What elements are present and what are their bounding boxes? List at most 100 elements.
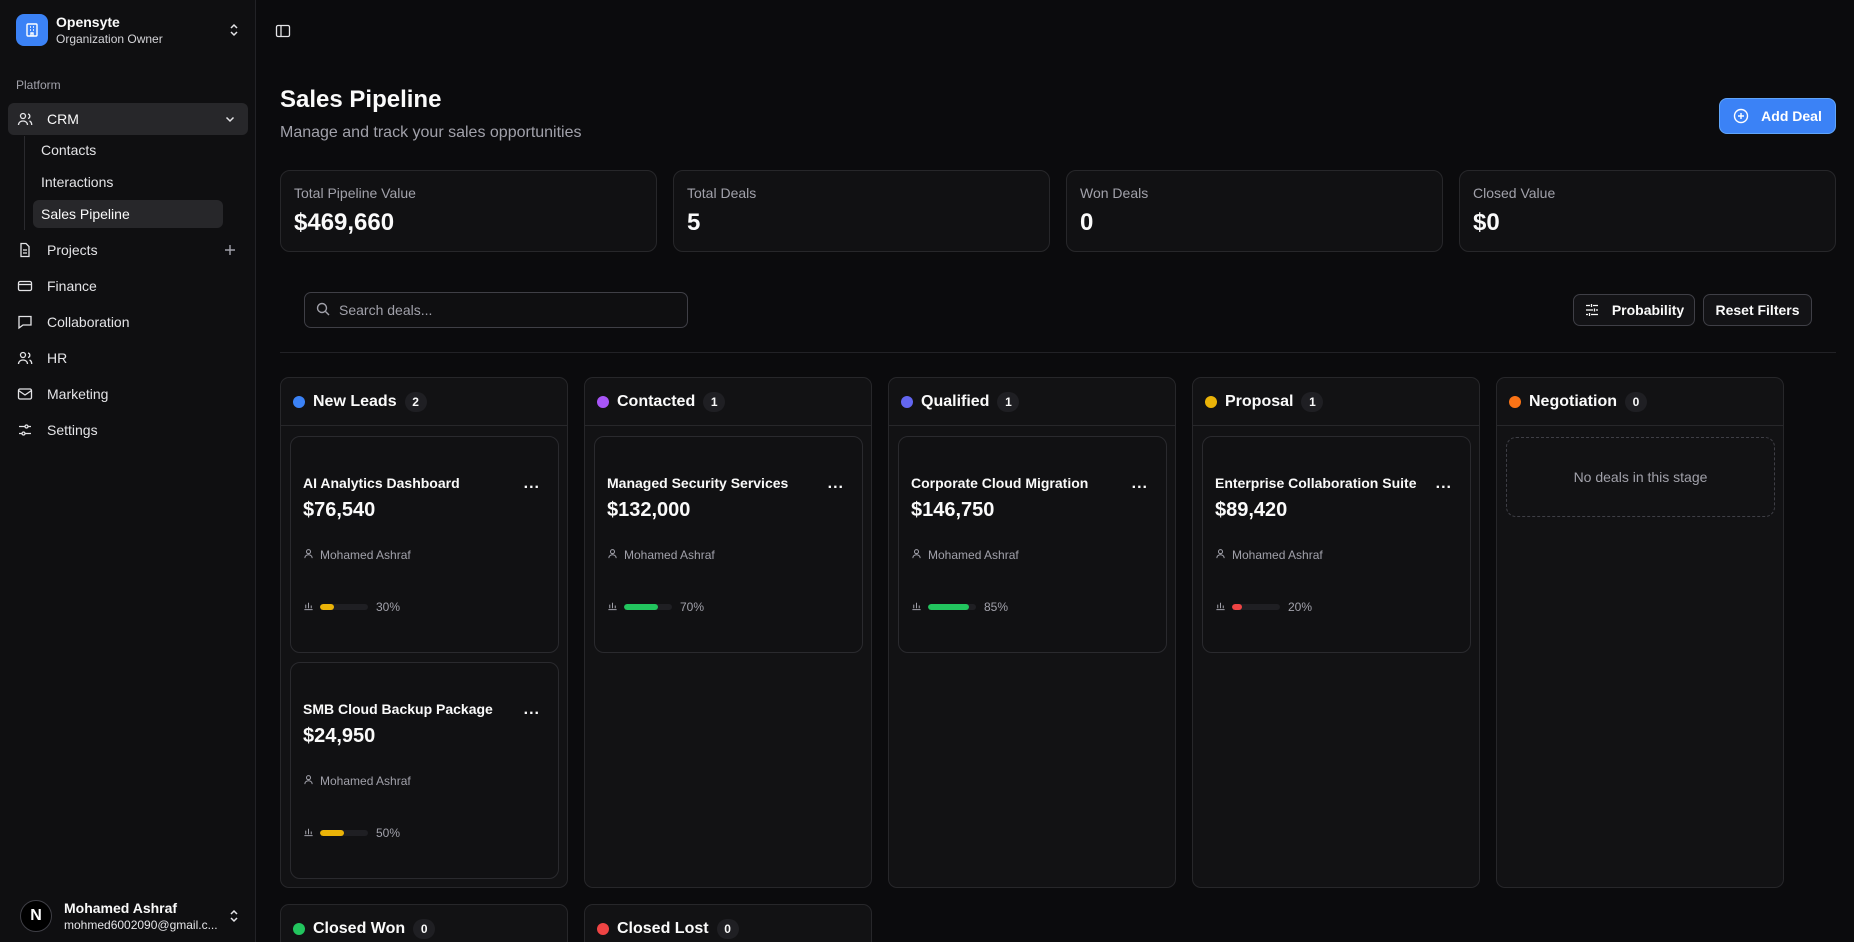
deal-card[interactable]: AI Analytics Dashboard ... $76,540 Moham… <box>290 436 559 653</box>
probability-label: Probability <box>1611 302 1685 318</box>
stage-dot <box>293 395 305 408</box>
probability-bar <box>1232 604 1280 610</box>
pipeline-column-negotiation: Negotiation 0 No deals in this stage <box>1496 377 1784 888</box>
chevrons-up-down-icon <box>224 23 244 37</box>
user-menu[interactable]: N Mohamed Ashraf mohmed6002090@gmail.c..… <box>8 892 248 940</box>
sidebar-item-hr[interactable]: HR <box>8 342 248 374</box>
stat-value: $469,660 <box>294 209 395 236</box>
page-subtitle: Manage and track your sales opportunitie… <box>280 124 582 141</box>
stat-label: Total Deals <box>687 185 757 201</box>
probability-bar-fill <box>624 604 658 610</box>
bar-chart-icon <box>607 600 618 614</box>
plus-icon[interactable] <box>222 242 238 258</box>
column-title: Negotiation <box>1529 392 1617 410</box>
stat-label: Total Pipeline Value <box>294 185 416 201</box>
divider <box>280 352 1836 353</box>
sidebar-item-label: HR <box>47 350 68 366</box>
platform-group-label: Platform <box>16 78 61 92</box>
column-count: 2 <box>404 391 427 412</box>
column-title: Qualified <box>921 392 990 410</box>
column-count: 0 <box>413 919 436 939</box>
sidebar-subitem-contacts[interactable]: Contacts <box>33 136 223 164</box>
column-header: New Leads 2 <box>281 378 567 426</box>
pipeline-column-closed-lost: Closed Lost 0 <box>584 904 872 942</box>
avatar: N <box>20 900 52 932</box>
users-icon <box>17 350 33 366</box>
credit-card-icon <box>17 278 33 294</box>
column-title: New Leads <box>313 392 397 410</box>
probability-filter-button[interactable]: Probability <box>1573 294 1695 326</box>
deal-amount: $76,540 <box>303 499 376 521</box>
deal-owner: Mohamed Ashraf <box>911 548 1019 562</box>
deal-card[interactable]: Corporate Cloud Migration ... $146,750 M… <box>898 436 1167 653</box>
sidebar-item-label: Projects <box>47 242 98 258</box>
deal-card[interactable]: Enterprise Collaboration Suite ... $89,4… <box>1202 436 1471 653</box>
sliders-icon <box>1584 302 1600 318</box>
user-icon <box>303 774 314 788</box>
more-icon[interactable]: ... <box>524 701 540 719</box>
deal-owner-name: Mohamed Ashraf <box>928 548 1019 562</box>
column-header: Negotiation 0 <box>1497 378 1783 426</box>
deal-title: AI Analytics Dashboard <box>303 475 460 491</box>
column-count: 1 <box>703 391 726 412</box>
sidebar-subitem-interactions[interactable]: Interactions <box>33 168 223 196</box>
sidebar-item-label: CRM <box>47 111 79 127</box>
probability-value: 30% <box>376 600 401 614</box>
stat-total-pipeline-value: Total Pipeline Value $469,660 <box>280 170 657 252</box>
chevron-down-icon <box>222 111 238 127</box>
column-header: Qualified 1 <box>889 378 1175 426</box>
stat-label: Closed Value <box>1473 185 1556 201</box>
sidebar-item-projects[interactable]: Projects <box>8 234 248 266</box>
deal-card[interactable]: SMB Cloud Backup Package ... $24,950 Moh… <box>290 662 559 879</box>
column-header: Closed Lost 0 <box>585 905 871 942</box>
sidebar-toggle-icon[interactable] <box>272 20 294 42</box>
plus-circle-icon <box>1733 108 1749 124</box>
bar-chart-icon <box>303 826 314 840</box>
column-count: 0 <box>716 919 739 939</box>
probability-value: 20% <box>1288 600 1313 614</box>
submenu-line <box>24 136 25 230</box>
column-header: Proposal 1 <box>1193 378 1479 426</box>
sidebar-subitem-sales-pipeline[interactable]: Sales Pipeline <box>33 200 223 228</box>
column-title: Proposal <box>1225 392 1294 410</box>
probability-bar <box>320 604 368 610</box>
probability-bar <box>320 830 368 836</box>
bar-chart-icon <box>303 600 314 614</box>
sidebar-item-label: Marketing <box>47 386 109 402</box>
pipeline-column-closed-won: Closed Won 0 <box>280 904 568 942</box>
more-icon[interactable]: ... <box>828 475 844 493</box>
deal-title: Managed Security Services <box>607 475 789 491</box>
more-icon[interactable]: ... <box>524 475 540 493</box>
probability-value: 85% <box>984 600 1009 614</box>
search-field[interactable] <box>304 292 688 328</box>
sidebar-item-label: Finance <box>47 278 97 294</box>
user-icon <box>303 548 314 562</box>
chevrons-up-down-icon <box>224 909 244 923</box>
search-input[interactable] <box>339 302 669 318</box>
sidebar-item-finance[interactable]: Finance <box>8 270 248 302</box>
message-icon <box>17 314 33 330</box>
deal-card[interactable]: Managed Security Services ... $132,000 M… <box>594 436 863 653</box>
stage-dot <box>597 395 609 408</box>
column-header: Contacted 1 <box>585 378 871 426</box>
sidebar-item-settings[interactable]: Settings <box>8 414 248 446</box>
deal-amount: $146,750 <box>911 499 995 521</box>
pipeline-column-qualified: Qualified 1 Corporate Cloud Migration ..… <box>888 377 1176 888</box>
mail-icon <box>17 386 33 402</box>
stage-dot <box>1205 395 1217 408</box>
org-switcher[interactable]: Opensyte Organization Owner <box>8 6 248 54</box>
pipeline-column-new-leads: New Leads 2 AI Analytics Dashboard ... $… <box>280 377 568 888</box>
reset-filters-button[interactable]: Reset Filters <box>1703 294 1812 326</box>
more-icon[interactable]: ... <box>1436 475 1452 493</box>
probability-bar-fill <box>320 604 335 610</box>
stage-dot <box>1509 395 1521 408</box>
add-deal-button[interactable]: Add Deal <box>1719 98 1836 134</box>
sidebar-item-collaboration[interactable]: Collaboration <box>8 306 248 338</box>
pipeline-column-proposal: Proposal 1 Enterprise Collaboration Suit… <box>1192 377 1480 888</box>
stage-dot <box>901 395 913 408</box>
more-icon[interactable]: ... <box>1132 475 1148 493</box>
stage-dot <box>597 923 609 935</box>
sidebar-item-crm[interactable]: CRM <box>8 103 248 135</box>
column-count: 1 <box>1301 391 1324 412</box>
sidebar-item-marketing[interactable]: Marketing <box>8 378 248 410</box>
